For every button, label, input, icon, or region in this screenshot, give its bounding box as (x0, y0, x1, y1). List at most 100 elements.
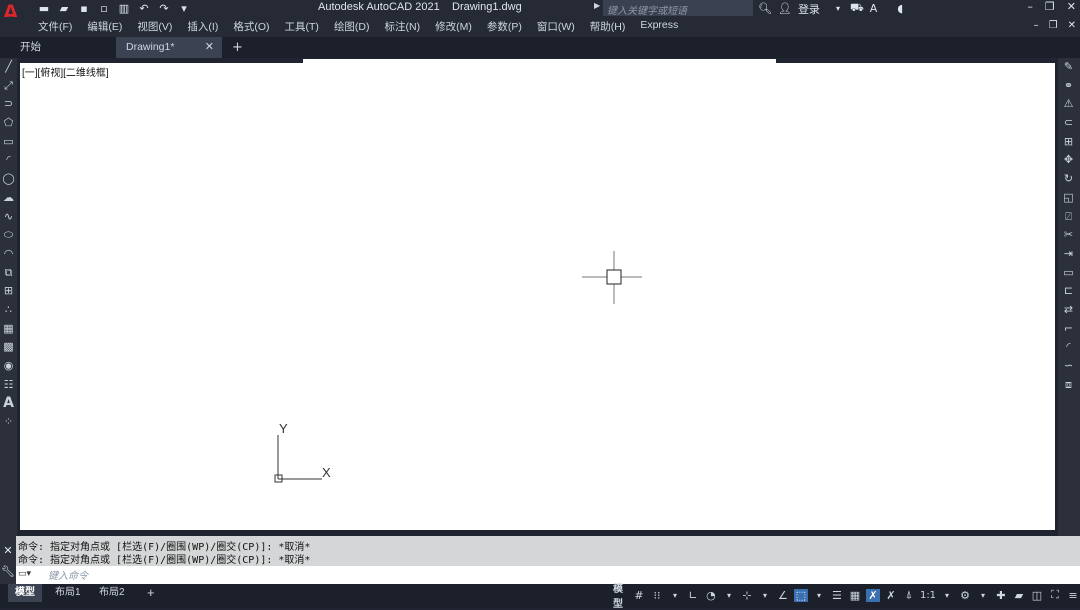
drawing-canvas[interactable]: [一][俯视][二维线框] Y X (20, 63, 1055, 530)
model-space-button[interactable]: 模型 (608, 580, 628, 610)
close-icon[interactable]: ✕ (1067, 0, 1076, 13)
grid-icon[interactable]: # (632, 589, 646, 602)
close-icon[interactable]: ✕ (205, 37, 214, 58)
polar-icon[interactable]: ◔ (704, 589, 718, 602)
scale-button[interactable]: 1:1 (920, 590, 936, 601)
object-snap-icon[interactable]: ⬚ (793, 588, 808, 602)
autodesk-a360-icon[interactable]: A (870, 2, 878, 15)
polyline-icon[interactable]: ⤢ (0, 77, 17, 96)
add-tab-icon[interactable]: + (232, 37, 243, 58)
offset-icon[interactable]: ⊂ (1060, 114, 1077, 133)
annotation-visibility-icon[interactable]: ✗ (865, 588, 880, 602)
ellipse-arc-icon[interactable]: ◠ (0, 245, 17, 264)
dropdown-icon[interactable]: ▾ (176, 2, 192, 16)
fillet-icon[interactable]: ◜ (1060, 338, 1077, 357)
circle-icon[interactable]: ◯ (0, 170, 17, 189)
move-icon[interactable]: ✥ (1060, 151, 1077, 170)
fullscreen-icon[interactable]: ⛶ (1048, 588, 1062, 602)
chamfer-icon[interactable]: ⌐ (1060, 320, 1077, 339)
break-icon[interactable]: ⊏ (1060, 282, 1077, 301)
close-icon[interactable]: ✕ (0, 544, 16, 557)
break-point-icon[interactable]: ▭ (1060, 264, 1077, 283)
copy-icon[interactable]: ⚭ (1060, 77, 1077, 96)
erase-icon[interactable]: ✎ (1060, 58, 1077, 77)
line-icon[interactable]: ╱ (0, 58, 17, 77)
undo-icon[interactable]: ↶ (136, 2, 152, 16)
menu-draw[interactable]: 绘图(D) (334, 19, 370, 34)
customize-icon[interactable]: 🔧︎ (0, 565, 16, 578)
menu-express[interactable]: Express (640, 19, 678, 34)
cart-icon[interactable]: ⛟ (850, 1, 864, 16)
tab-drawing1[interactable]: Drawing1* ✕ (116, 37, 222, 58)
login-button[interactable]: 登录 (798, 1, 820, 17)
transparency-icon[interactable]: ▦ (848, 589, 862, 602)
search-input[interactable]: 键入关键字或短语 (603, 0, 753, 17)
menu-format[interactable]: 格式(O) (233, 19, 269, 34)
dropdown-icon[interactable]: ▾ (722, 591, 736, 600)
gradient-icon[interactable]: ▩ (0, 338, 17, 357)
explode-icon[interactable]: ⧈ (1060, 376, 1077, 395)
arc-icon[interactable]: ⊃ (0, 95, 17, 114)
tab-layout1[interactable]: 布局1 (48, 584, 88, 602)
tab-layout2[interactable]: 布局2 (92, 584, 132, 602)
save-icon[interactable]: ▪ (76, 2, 92, 16)
dropdown-icon[interactable]: ▾ (836, 4, 840, 13)
customization-menu-icon[interactable]: ≡ (1066, 589, 1080, 602)
add-selected-icon[interactable]: ⁘ (0, 413, 17, 432)
plus-icon[interactable]: ✚ (994, 589, 1008, 602)
revcloud-icon[interactable]: ☁ (0, 189, 17, 208)
annotation-scale-icon[interactable]: ⍋ (902, 588, 916, 602)
trim-icon[interactable]: ✂ (1060, 226, 1077, 245)
saveas-icon[interactable]: ▫ (96, 2, 112, 16)
dropdown-icon[interactable]: ▾ (812, 591, 826, 600)
make-block-icon[interactable]: ⊞ (0, 282, 17, 301)
plot-icon[interactable]: ▥ (116, 2, 132, 16)
doc-restore-icon[interactable]: ❐ (1049, 20, 1058, 31)
point-icon[interactable]: ∴ (0, 301, 17, 320)
snap-icon[interactable]: ⁝⁝ (650, 589, 664, 602)
isolate-objects-icon[interactable]: ◫ (1030, 589, 1044, 602)
redo-icon[interactable]: ↷ (156, 2, 172, 16)
help-icon[interactable]: ◖ (897, 2, 903, 15)
rectangle-icon[interactable]: ▭ (0, 133, 17, 152)
ortho-icon[interactable]: ∟ (686, 589, 700, 602)
menu-view[interactable]: 视图(V) (137, 19, 172, 34)
lineweight-icon[interactable]: ☰ (830, 589, 844, 602)
hatch-icon[interactable]: ▦ (0, 320, 17, 339)
command-input[interactable]: ▭▾ 键入命令 (16, 566, 1080, 584)
dropdown-icon[interactable]: ▾ (758, 591, 772, 600)
dropdown-icon[interactable]: ▾ (976, 591, 990, 600)
doc-minimize-icon[interactable]: – (1034, 20, 1039, 31)
recent-commands-icon[interactable]: ▭▾ (18, 569, 42, 581)
menu-dimension[interactable]: 标注(N) (385, 19, 421, 34)
region-icon[interactable]: ◉ (0, 357, 17, 376)
mirror-icon[interactable]: ⚠ (1060, 95, 1077, 114)
ellipse-icon[interactable]: ⬭ (0, 226, 17, 245)
restore-icon[interactable]: ❐ (1045, 0, 1055, 13)
menu-window[interactable]: 窗口(W) (537, 19, 575, 34)
rotate-icon[interactable]: ↻ (1060, 170, 1077, 189)
menu-parametric[interactable]: 参数(P) (487, 19, 522, 34)
spline-icon[interactable]: ∿ (0, 208, 17, 227)
arc-icon[interactable]: ◜ (0, 151, 17, 170)
object-snap-tracking-icon[interactable]: ∠ (776, 589, 790, 602)
menu-modify[interactable]: 修改(M) (435, 19, 472, 34)
menu-tools[interactable]: 工具(T) (285, 19, 319, 34)
dropdown-icon[interactable]: ▾ (668, 591, 682, 600)
menu-insert[interactable]: 插入(I) (187, 19, 218, 34)
table-icon[interactable]: ☷ (0, 376, 17, 395)
extend-icon[interactable]: ⇥ (1060, 245, 1077, 264)
menu-edit[interactable]: 编辑(E) (87, 19, 122, 34)
array-icon[interactable]: ⊞ (1060, 133, 1077, 152)
mtext-icon[interactable]: A (0, 394, 17, 413)
auto-scale-icon[interactable]: ✗ (884, 589, 898, 602)
menu-file[interactable]: 文件(F) (38, 19, 72, 34)
insert-block-icon[interactable]: ⧉ (0, 264, 17, 283)
stretch-icon[interactable]: ⍁ (1060, 208, 1077, 227)
open-icon[interactable]: ▰ (56, 2, 72, 16)
tab-model[interactable]: 模型 (8, 584, 42, 602)
user-icon[interactable]: 👤︎ (778, 2, 792, 15)
search-expand-icon[interactable]: ▶ (594, 1, 600, 10)
isodraft-icon[interactable]: ⊹ (740, 589, 754, 602)
blend-icon[interactable]: ∽ (1060, 357, 1077, 376)
